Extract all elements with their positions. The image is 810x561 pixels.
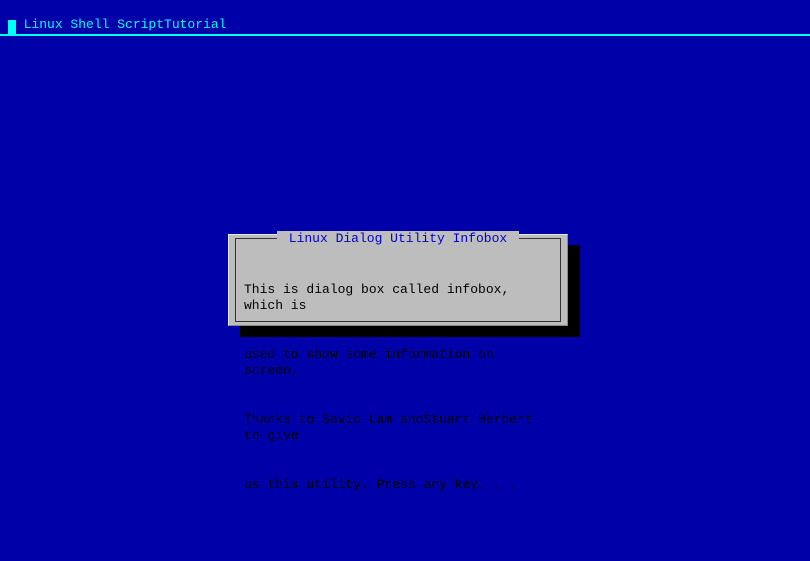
infobox-dialog[interactable]: Linux Dialog Utility Infobox This is dia… xyxy=(228,234,568,326)
dialog-content: This is dialog box called infobox, which… xyxy=(244,243,552,525)
header-title: Linux Shell ScriptTutorial xyxy=(24,17,227,32)
dialog-frame: Linux Dialog Utility Infobox This is dia… xyxy=(235,238,561,322)
dialog-text-line: This is dialog box called infobox, which… xyxy=(244,282,552,315)
dialog-text-line: Thanks to Savio Lam andStuart Herbert to… xyxy=(244,412,552,445)
cursor-icon xyxy=(8,20,16,34)
header-bar: Linux Shell ScriptTutorial xyxy=(0,0,810,34)
dialog-title-wrapper: Linux Dialog Utility Infobox xyxy=(236,231,560,246)
dialog-text-line: used to show some information on screen, xyxy=(244,347,552,380)
divider xyxy=(0,34,810,36)
dialog-title: Linux Dialog Utility Infobox xyxy=(277,231,519,246)
cursor-area xyxy=(8,19,16,34)
dialog-text-line: us this utility. Press any key. . . xyxy=(244,477,552,493)
